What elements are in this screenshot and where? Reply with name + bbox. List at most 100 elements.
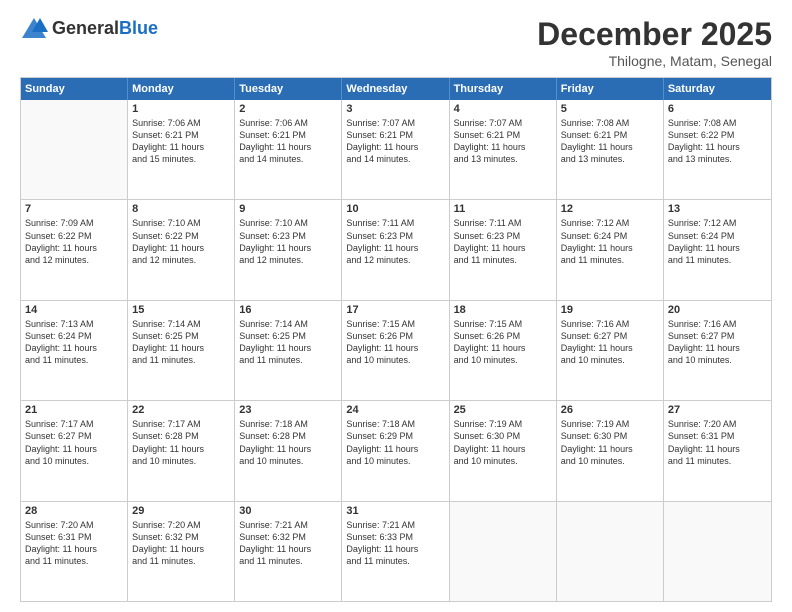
logo-blue: Blue [119,18,158,38]
calendar-cell: 27 Sunrise: 7:20 AM Sunset: 6:31 PM Dayli… [664,401,771,500]
day-info: Sunrise: 7:20 AM Sunset: 6:32 PM Dayligh… [132,519,230,568]
day-info: Sunrise: 7:18 AM Sunset: 6:29 PM Dayligh… [346,418,444,467]
calendar-cell: 26Sunrise: 7:19 AM Sunset: 6:30 PM Dayli… [557,401,664,500]
day-info: Sunrise: 7:09 AM Sunset: 6:22 PM Dayligh… [25,217,123,266]
day-info: Sunrise: 7:15 AM Sunset: 6:26 PM Dayligh… [454,318,552,367]
calendar-cell: 31Sunrise: 7:21 AM Sunset: 6:33 PM Dayli… [342,502,449,601]
title-location: Thilogne, Matam, Senegal [537,53,772,69]
calendar-cell: 6 Sunrise: 7:08 AM Sunset: 6:22 PM Daylig… [664,100,771,199]
title-block: December 2025 Thilogne, Matam, Senegal [537,16,772,69]
calendar-header: SundayMondayTuesdayWednesdayThursdayFrid… [21,78,771,100]
day-number: 15 [132,304,230,316]
weekday-header: Thursday [450,78,557,100]
weekday-header: Wednesday [342,78,449,100]
page: GeneralBlue December 2025 Thilogne, Mata… [0,0,792,612]
day-number: 18 [454,304,552,316]
calendar-cell: 4 Sunrise: 7:07 AM Sunset: 6:21 PM Daylig… [450,100,557,199]
day-number: 12 [561,203,659,215]
day-number: 7 [25,203,123,215]
calendar-cell: 24 Sunrise: 7:18 AM Sunset: 6:29 PM Dayli… [342,401,449,500]
calendar-row: 14 Sunrise: 7:13 AM Sunset: 6:24 PM Dayli… [21,301,771,401]
weekday-header: Sunday [21,78,128,100]
calendar-cell: 17 Sunrise: 7:15 AM Sunset: 6:26 PM Dayli… [342,301,449,400]
calendar-cell [664,502,771,601]
day-number: 29 [132,505,230,517]
calendar-cell: 29 Sunrise: 7:20 AM Sunset: 6:32 PM Dayli… [128,502,235,601]
day-number: 17 [346,304,444,316]
day-number: 21 [25,404,123,416]
day-number: 6 [668,103,767,115]
day-info: Sunrise: 7:20 AM Sunset: 6:31 PM Dayligh… [668,418,767,467]
calendar-cell: 8 Sunrise: 7:10 AM Sunset: 6:22 PM Daylig… [128,200,235,299]
calendar-cell [557,502,664,601]
day-number: 8 [132,203,230,215]
day-number: 25 [454,404,552,416]
day-info: Sunrise: 7:11 AM Sunset: 6:23 PM Dayligh… [454,217,552,266]
day-info: Sunrise: 7:13 AM Sunset: 6:24 PM Dayligh… [25,318,123,367]
day-info: Sunrise: 7:12 AM Sunset: 6:24 PM Dayligh… [668,217,767,266]
calendar-cell: 18 Sunrise: 7:15 AM Sunset: 6:26 PM Dayli… [450,301,557,400]
day-info: Sunrise: 7:06 AM Sunset: 6:21 PM Dayligh… [239,117,337,166]
day-info: Sunrise: 7:07 AM Sunset: 6:21 PM Dayligh… [454,117,552,166]
calendar-cell: 2 Sunrise: 7:06 AM Sunset: 6:21 PM Daylig… [235,100,342,199]
day-info: Sunrise: 7:16 AM Sunset: 6:27 PM Dayligh… [561,318,659,367]
day-number: 20 [668,304,767,316]
day-number: 4 [454,103,552,115]
day-number: 5 [561,103,659,115]
calendar-cell: 12 Sunrise: 7:12 AM Sunset: 6:24 PM Dayli… [557,200,664,299]
logo-text: GeneralBlue [52,18,158,39]
weekday-header: Tuesday [235,78,342,100]
day-info: Sunrise: 7:07 AM Sunset: 6:21 PM Dayligh… [346,117,444,166]
day-info: Sunrise: 7:17 AM Sunset: 6:28 PM Dayligh… [132,418,230,467]
day-info: Sunrise: 7:21 AM Sunset: 6:32 PM Dayligh… [239,519,337,568]
day-number: 1 [132,103,230,115]
day-number: 2 [239,103,337,115]
calendar-cell: 7 Sunrise: 7:09 AM Sunset: 6:22 PM Daylig… [21,200,128,299]
calendar-cell: 30Sunrise: 7:21 AM Sunset: 6:32 PM Dayli… [235,502,342,601]
day-info: Sunrise: 7:06 AM Sunset: 6:21 PM Dayligh… [132,117,230,166]
calendar-cell: 10Sunrise: 7:11 AM Sunset: 6:23 PM Dayli… [342,200,449,299]
calendar-row: 1 Sunrise: 7:06 AM Sunset: 6:21 PM Daylig… [21,100,771,200]
day-info: Sunrise: 7:10 AM Sunset: 6:22 PM Dayligh… [132,217,230,266]
day-number: 24 [346,404,444,416]
calendar-cell: 28 Sunrise: 7:20 AM Sunset: 6:31 PM Dayli… [21,502,128,601]
day-info: Sunrise: 7:10 AM Sunset: 6:23 PM Dayligh… [239,217,337,266]
calendar-cell: 16 Sunrise: 7:14 AM Sunset: 6:25 PM Dayli… [235,301,342,400]
day-number: 16 [239,304,337,316]
title-month: December 2025 [537,16,772,53]
calendar-cell: 19 Sunrise: 7:16 AM Sunset: 6:27 PM Dayli… [557,301,664,400]
weekday-header: Monday [128,78,235,100]
day-number: 19 [561,304,659,316]
calendar-row: 21 Sunrise: 7:17 AM Sunset: 6:27 PM Dayli… [21,401,771,501]
logo-general: General [52,18,119,38]
calendar-cell [450,502,557,601]
calendar-row: 28 Sunrise: 7:20 AM Sunset: 6:31 PM Dayli… [21,502,771,601]
day-info: Sunrise: 7:14 AM Sunset: 6:25 PM Dayligh… [239,318,337,367]
calendar-cell: 21 Sunrise: 7:17 AM Sunset: 6:27 PM Dayli… [21,401,128,500]
day-number: 9 [239,203,337,215]
day-number: 3 [346,103,444,115]
day-info: Sunrise: 7:12 AM Sunset: 6:24 PM Dayligh… [561,217,659,266]
header: GeneralBlue December 2025 Thilogne, Mata… [20,16,772,69]
day-info: Sunrise: 7:15 AM Sunset: 6:26 PM Dayligh… [346,318,444,367]
day-number: 28 [25,505,123,517]
calendar-cell: 22 Sunrise: 7:17 AM Sunset: 6:28 PM Dayli… [128,401,235,500]
day-info: Sunrise: 7:21 AM Sunset: 6:33 PM Dayligh… [346,519,444,568]
day-number: 14 [25,304,123,316]
calendar: SundayMondayTuesdayWednesdayThursdayFrid… [20,77,772,602]
day-number: 27 [668,404,767,416]
calendar-cell [21,100,128,199]
calendar-cell: 23Sunrise: 7:18 AM Sunset: 6:28 PM Dayli… [235,401,342,500]
calendar-cell: 20 Sunrise: 7:16 AM Sunset: 6:27 PM Dayli… [664,301,771,400]
day-info: Sunrise: 7:08 AM Sunset: 6:22 PM Dayligh… [668,117,767,166]
calendar-cell: 3 Sunrise: 7:07 AM Sunset: 6:21 PM Daylig… [342,100,449,199]
day-number: 22 [132,404,230,416]
calendar-cell: 5Sunrise: 7:08 AM Sunset: 6:21 PM Daylig… [557,100,664,199]
day-info: Sunrise: 7:19 AM Sunset: 6:30 PM Dayligh… [454,418,552,467]
logo: GeneralBlue [20,16,158,40]
day-info: Sunrise: 7:18 AM Sunset: 6:28 PM Dayligh… [239,418,337,467]
day-info: Sunrise: 7:17 AM Sunset: 6:27 PM Dayligh… [25,418,123,467]
day-info: Sunrise: 7:16 AM Sunset: 6:27 PM Dayligh… [668,318,767,367]
calendar-cell: 9 Sunrise: 7:10 AM Sunset: 6:23 PM Daylig… [235,200,342,299]
day-info: Sunrise: 7:20 AM Sunset: 6:31 PM Dayligh… [25,519,123,568]
